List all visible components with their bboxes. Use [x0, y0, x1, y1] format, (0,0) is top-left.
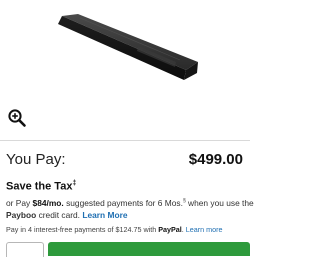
save-the-tax-text: Save the Tax — [6, 180, 73, 193]
tax-footnote-marker: ‡ — [72, 180, 77, 187]
paypal-installment-offer: Pay in 4 interest-free payments of $124.… — [6, 225, 250, 234]
financing-offer: or Pay $84/mo. suggested payments for 6 … — [6, 195, 254, 221]
financing-suffix: credit card. — [36, 209, 83, 220]
add-to-cart-button[interactable] — [48, 242, 250, 256]
financing-learn-more-link[interactable]: Learn More — [82, 210, 127, 220]
installment-learn-more-link[interactable]: Learn more — [186, 225, 223, 234]
zoom-button[interactable] — [7, 108, 27, 128]
price-value: $499.00 — [188, 151, 243, 168]
paypal-brand: PayPal — [158, 225, 182, 234]
save-the-tax-title: Save the Tax‡ — [6, 180, 76, 193]
section-divider — [0, 140, 250, 141]
financing-condition: when you use the — [185, 197, 254, 208]
you-pay-label: You Pay: — [6, 151, 66, 168]
financing-prefix: or Pay — [6, 197, 33, 208]
financing-monthly-amount: $84/mo. — [32, 197, 64, 208]
zoom-in-icon — [8, 109, 26, 127]
financing-terms: suggested payments for 6 Mos. — [63, 197, 183, 208]
product-image-soundbar — [58, 14, 198, 80]
installment-prefix: Pay in 4 interest-free payments of $124.… — [6, 225, 159, 234]
payboo-brand: Payboo — [6, 209, 37, 220]
